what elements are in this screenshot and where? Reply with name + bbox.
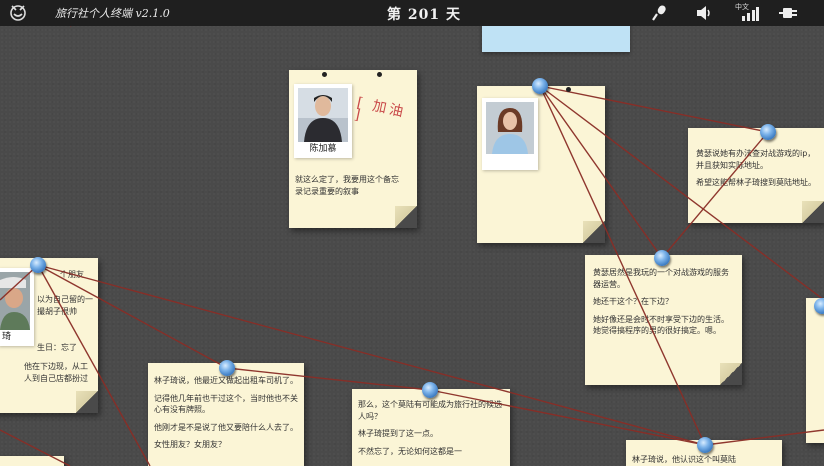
note-linziqi[interactable]: 琦 个朋友 以为自己留的一撮胡子很帅 生日：忘了 他在下边现，从工人到自己店都扮… xyxy=(0,258,98,413)
app-title: 旅行社个人终端 v2.1.0 xyxy=(55,7,170,20)
pushpin xyxy=(760,124,776,140)
note-text: 林子琦说，他最近又做起出租车司机了。 xyxy=(154,376,298,385)
signal-icon xyxy=(742,7,759,21)
stamp-jiayou: [ 加油 ] xyxy=(352,94,408,124)
photo-linziqi: 琦 xyxy=(0,268,34,346)
logo-icon xyxy=(10,5,26,21)
pushpin xyxy=(422,382,438,398)
portrait-linziqi xyxy=(0,272,30,330)
pushpin xyxy=(532,78,548,94)
note-text: 他刚才是不是说了他又要陪什么人去了。 xyxy=(154,422,298,432)
photo-chenjiamu: 陈加慕 xyxy=(294,84,352,158)
note-text: 以为自己留的一撮胡子很帅 xyxy=(37,295,93,316)
page-curl xyxy=(395,206,417,228)
note-text: 林子琦提到了这一点。 xyxy=(358,429,438,438)
pushpin xyxy=(814,298,824,314)
note-game-server[interactable]: 黄瑟居然是我玩的一个对战游戏的服务器运营。 她还干这个？在下边？ 她好像还是会时… xyxy=(585,255,742,385)
pushpin xyxy=(219,360,235,376)
pushpin xyxy=(30,257,46,273)
thumbtack xyxy=(322,72,327,77)
note-text: 不然忘了，无论如何这都是一 xyxy=(358,446,462,456)
note-text: 黄瑟居然是我玩的一个对战游戏的服务器运营。 xyxy=(593,268,729,289)
pushpin xyxy=(697,437,713,453)
note-bottom-edge[interactable] xyxy=(0,456,64,466)
day-counter: 第 201 天 xyxy=(387,7,461,23)
note-text: 就这么定了，我要用这个备忘录记录重要的叙事 xyxy=(295,175,399,196)
page-curl xyxy=(720,363,742,385)
portrait-huangse xyxy=(486,102,534,154)
note-huangse[interactable] xyxy=(477,86,605,243)
note-ip-lookup[interactable]: 黄瑟说她有办法查对战游戏的ip，并且获知实际地址。 希望这能帮林子琦搜到莫陆地址… xyxy=(688,128,824,223)
note-chenjiamu[interactable]: 陈加慕 [ 加油 ] 就这么定了，我要用这个备忘录记录重要的叙事 xyxy=(289,70,417,228)
volume-icon[interactable] xyxy=(695,4,713,22)
note-taxi-driver[interactable]: 林子琦说，他最近又做起出租车司机了。 记得他几年前也干过这个，当时他也不关心有没… xyxy=(148,363,304,466)
photo-caption: 琦 xyxy=(2,332,12,342)
note-text: 那么，这个莫陆有可能成为旅行社的候选人吗？ xyxy=(358,400,502,421)
page-curl xyxy=(802,201,824,223)
note-text: 记得他几年前也干过这个，当时他也不关心有没有牌照。 xyxy=(154,393,298,415)
top-bar: 旅行社个人终端 v2.1.0 第 201 天 中文 xyxy=(0,0,824,26)
note-text: 她好像还是会时不时享受下边的生活。她觉得搞程序的男的很好搞定。嗯。 xyxy=(593,314,729,336)
photo-huangse xyxy=(482,98,538,170)
note-candidate[interactable]: 那么，这个莫陆有可能成为旅行社的候选人吗？ 林子琦提到了这一点。 不然忘了，无论… xyxy=(352,389,510,466)
birthday-text: 生日：忘了 xyxy=(37,343,77,352)
note-text: 个朋友 xyxy=(60,270,84,279)
page-curl xyxy=(76,391,98,413)
note-text: 林子琦说，他认识这个叫莫陆 xyxy=(632,455,736,464)
note-text: 黄瑟说她有办法查对战游戏的ip，并且获知实际地址。 xyxy=(696,149,816,170)
pushpin xyxy=(654,250,670,266)
power-plug-icon[interactable] xyxy=(778,6,798,20)
thumbtack xyxy=(566,87,571,92)
photo-caption: 陈加慕 xyxy=(309,144,337,154)
note-text: 她还干这个？在下边？ xyxy=(593,297,673,306)
portrait-chenjiamu xyxy=(298,88,348,142)
note-text: 他在下边现，从工人到自己店都扮过 xyxy=(24,362,88,383)
thumbtack xyxy=(377,72,382,77)
note-text: 女性朋友？女朋友？ xyxy=(154,440,226,449)
page-curl xyxy=(583,221,605,243)
note-text: 希望这能帮林子琦搜到莫陆地址。 xyxy=(696,178,816,187)
note-right-edge[interactable] xyxy=(806,298,824,443)
microphone-icon[interactable] xyxy=(651,4,667,22)
